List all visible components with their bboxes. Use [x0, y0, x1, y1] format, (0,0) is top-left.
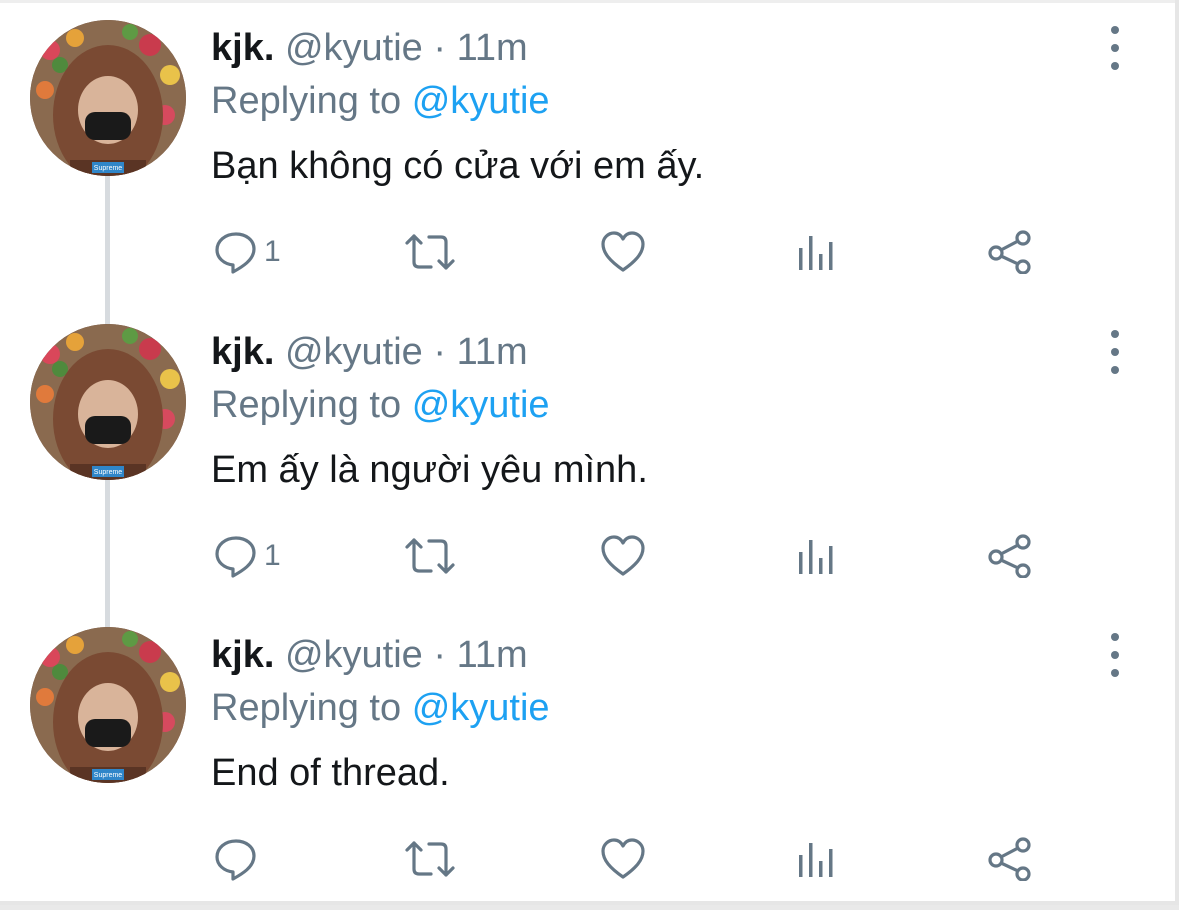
avatar[interactable]: Supreme	[30, 20, 186, 176]
reply-bubble-icon	[215, 536, 256, 578]
heart-icon	[601, 535, 645, 576]
retweet-button[interactable]	[404, 526, 456, 586]
share-icon	[988, 230, 1031, 274]
replying-mention[interactable]: @kyutie	[412, 384, 550, 426]
share-icon	[988, 534, 1031, 578]
tweet-item[interactable]: Supreme kjk. @kyutie · 11m Replying to @…	[0, 0, 1175, 303]
separator: ·	[433, 634, 447, 676]
replying-prefix: Replying to	[211, 687, 402, 729]
handle[interactable]: @kyutie	[285, 634, 423, 676]
replying-mention[interactable]: @kyutie	[412, 80, 550, 122]
analytics-button[interactable]	[797, 526, 837, 586]
like-button[interactable]	[600, 526, 646, 586]
replying-to: Replying to @kyutie	[211, 77, 550, 125]
tweet-text: Em ấy là người yêu mình.	[211, 449, 648, 491]
tweet-text: Bạn không có cửa với em ấy.	[211, 145, 705, 187]
timestamp[interactable]: 11m	[457, 27, 528, 69]
avatar[interactable]: Supreme	[30, 324, 186, 480]
tweet-text: End of thread.	[211, 752, 450, 794]
replying-mention[interactable]: @kyutie	[412, 687, 550, 729]
display-name[interactable]: kjk.	[211, 331, 274, 373]
analytics-button[interactable]	[797, 222, 837, 282]
reply-button[interactable]: 1	[214, 526, 281, 586]
timestamp[interactable]: 11m	[457, 634, 528, 676]
reply-count: 1	[264, 235, 281, 268]
share-button[interactable]	[986, 222, 1034, 282]
separator: ·	[433, 27, 447, 69]
retweet-button[interactable]	[404, 829, 456, 889]
tweet-header: kjk. @kyutie · 11m	[211, 24, 528, 72]
replying-prefix: Replying to	[211, 80, 402, 122]
heart-icon	[601, 838, 645, 879]
share-button[interactable]	[986, 829, 1034, 889]
reply-count: 1	[264, 539, 281, 572]
like-button[interactable]	[600, 829, 646, 889]
reply-button[interactable]: 1	[214, 222, 281, 282]
share-button[interactable]	[986, 526, 1034, 586]
retweet-icon	[405, 538, 455, 574]
analytics-button[interactable]	[797, 829, 837, 889]
display-name[interactable]: kjk.	[211, 27, 274, 69]
avatar[interactable]: Supreme	[30, 627, 186, 783]
avatar-badge-text: Supreme	[94, 772, 123, 779]
timestamp[interactable]: 11m	[457, 331, 528, 373]
bar-chart-icon	[799, 843, 833, 877]
heart-icon	[601, 231, 645, 272]
tweet-header: kjk. @kyutie · 11m	[211, 631, 528, 679]
handle[interactable]: @kyutie	[285, 331, 423, 373]
display-name[interactable]: kjk.	[211, 634, 274, 676]
tweet-item[interactable]: Supreme kjk. @kyutie · 11m Replying to @…	[0, 607, 1175, 910]
tweet-actions	[0, 829, 1175, 889]
vertical-ellipsis-icon[interactable]	[1100, 633, 1130, 677]
avatar-badge-text: Supreme	[94, 469, 123, 476]
vertical-ellipsis-icon[interactable]	[1100, 330, 1130, 374]
bar-chart-icon	[799, 236, 833, 270]
replying-to: Replying to @kyutie	[211, 684, 550, 732]
share-icon	[988, 837, 1031, 881]
replying-to: Replying to @kyutie	[211, 381, 550, 429]
tweet-header: kjk. @kyutie · 11m	[211, 328, 528, 376]
avatar-badge-text: Supreme	[94, 165, 123, 172]
vertical-ellipsis-icon[interactable]	[1100, 26, 1130, 70]
tweet-item[interactable]: Supreme kjk. @kyutie · 11m Replying to @…	[0, 304, 1175, 607]
retweet-icon	[405, 234, 455, 270]
tweet-thread: Supreme kjk. @kyutie · 11m Replying to @…	[0, 0, 1179, 905]
like-button[interactable]	[600, 222, 646, 282]
tweet-actions: 1	[0, 526, 1175, 586]
reply-bubble-icon	[215, 232, 256, 274]
retweet-icon	[405, 841, 455, 877]
reply-button[interactable]	[214, 829, 264, 889]
replying-prefix: Replying to	[211, 384, 402, 426]
tweet-actions: 1	[0, 222, 1175, 282]
separator: ·	[433, 331, 447, 373]
bar-chart-icon	[799, 540, 833, 574]
handle[interactable]: @kyutie	[285, 27, 423, 69]
retweet-button[interactable]	[404, 222, 456, 282]
reply-bubble-icon	[215, 839, 256, 881]
